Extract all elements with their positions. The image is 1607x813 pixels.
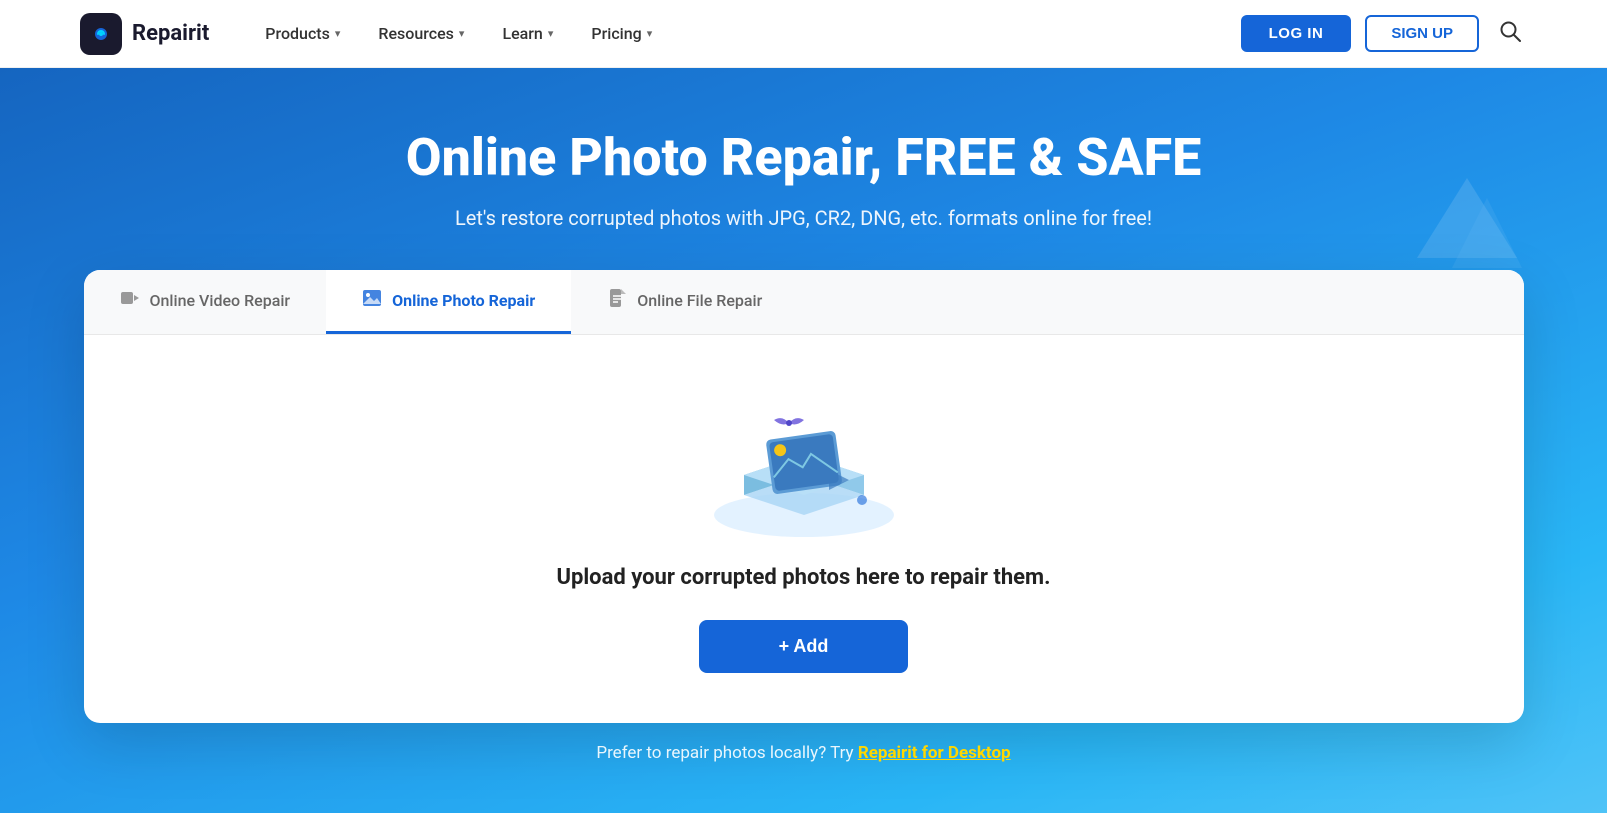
upload-text: Upload your corrupted photos here to rep… — [556, 565, 1050, 590]
signup-button[interactable]: SIGN UP — [1365, 15, 1479, 52]
footer-prefix: Prefer to repair photos locally? Try — [596, 743, 857, 763]
logo[interactable]: Repairit — [80, 13, 209, 55]
tab-video-label: Online Video Repair — [150, 291, 291, 310]
nav-actions: LOG IN SIGN UP — [1241, 14, 1527, 54]
footer-prefer-text: Prefer to repair photos locally? Try Rep… — [80, 723, 1527, 773]
hero-subtitle: Let's restore corrupted photos with JPG,… — [80, 206, 1527, 230]
hero-title: Online Photo Repair, FREE & SAFE — [80, 128, 1527, 188]
nav-label-resources: Resources — [378, 24, 454, 43]
nav-item-pricing[interactable]: Pricing ▾ — [575, 16, 668, 51]
logo-icon — [80, 13, 122, 55]
tab-video-repair[interactable]: Online Video Repair — [84, 270, 327, 334]
tab-file-repair[interactable]: Online File Repair — [571, 270, 798, 334]
video-icon — [120, 288, 140, 313]
nav-label-products: Products — [265, 24, 330, 43]
tab-file-label: Online File Repair — [637, 291, 762, 310]
nav-links: Products ▾ Resources ▾ Learn ▾ Pricing ▾ — [249, 16, 1240, 51]
upload-illustration — [694, 385, 914, 545]
logo-text: Repairit — [132, 21, 209, 46]
nav-label-learn: Learn — [502, 24, 542, 43]
login-button[interactable]: LOG IN — [1241, 15, 1352, 52]
chevron-down-icon: ▾ — [459, 27, 465, 40]
chevron-down-icon: ▾ — [335, 27, 341, 40]
repair-card: Online Video Repair Online Photo Repair — [84, 270, 1524, 723]
add-button[interactable]: + Add — [699, 620, 909, 673]
nav-label-pricing: Pricing — [591, 24, 641, 43]
card-body: Upload your corrupted photos here to rep… — [84, 335, 1524, 723]
chevron-down-icon: ▾ — [647, 27, 653, 40]
search-icon — [1499, 20, 1521, 42]
hero-content: Online Photo Repair, FREE & SAFE Let's r… — [80, 128, 1527, 723]
nav-item-resources[interactable]: Resources ▾ — [362, 16, 480, 51]
repairit-desktop-link[interactable]: Repairit for Desktop — [858, 743, 1011, 763]
search-button[interactable] — [1493, 14, 1527, 54]
tab-bar: Online Video Repair Online Photo Repair — [84, 270, 1524, 335]
hero-section: Online Photo Repair, FREE & SAFE Let's r… — [0, 68, 1607, 813]
nav-item-learn[interactable]: Learn ▾ — [486, 16, 569, 51]
tab-photo-label: Online Photo Repair — [392, 291, 535, 310]
file-icon — [607, 288, 627, 313]
chevron-down-icon: ▾ — [548, 27, 554, 40]
tab-photo-repair[interactable]: Online Photo Repair — [326, 270, 571, 334]
navbar: Repairit Products ▾ Resources ▾ Learn ▾ … — [0, 0, 1607, 68]
nav-item-products[interactable]: Products ▾ — [249, 16, 356, 51]
photo-icon — [362, 288, 382, 313]
